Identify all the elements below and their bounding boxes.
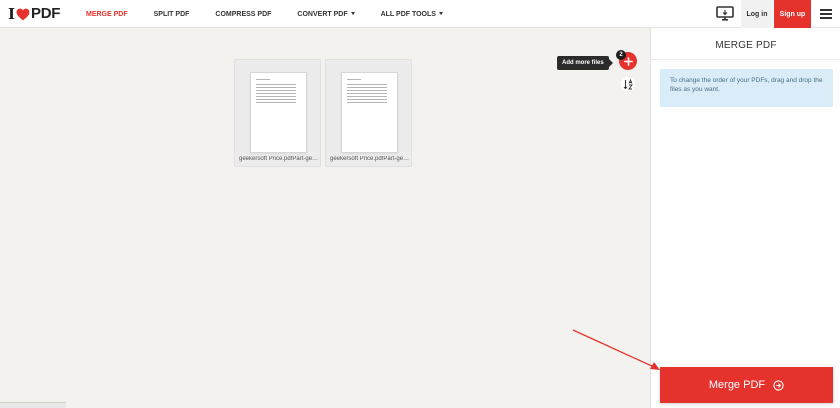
thumb-line [256,102,296,103]
file-name: geekersoft Price.pdfPart-gee... [330,156,410,162]
signup-button[interactable]: Sign up [774,0,811,28]
nav-merge-pdf[interactable]: MERGE PDF [86,11,128,18]
merge-pdf-button[interactable]: Merge PDF [660,367,833,403]
add-more-files-tooltip: Add more files [557,56,613,70]
sidebar-divider [651,59,840,60]
merge-pdf-label: Merge PDF [708,379,766,391]
menu-bar [820,13,832,15]
nav-compress-pdf[interactable]: COMPRESS PDF [215,11,271,18]
logo-letter-i: I [8,5,16,23]
thumb-line [347,102,387,103]
pdf-thumbnail [250,72,307,153]
heart-icon [16,8,30,20]
thumb-line [347,96,387,97]
chevron-down-icon [438,12,443,16]
thumb-line [347,93,387,94]
sort-az-icon [623,78,633,89]
thumb-line [347,99,387,100]
thumb-line [347,79,361,80]
thumb-line [256,99,296,100]
hamburger-menu-icon[interactable] [820,9,832,19]
file-count-badge: 2 [616,50,626,60]
reorder-info-box: To change the order of your PDFs, drag a… [660,69,833,107]
chevron-down-icon [350,12,355,16]
menu-bar [820,17,832,19]
thumb-line [256,93,296,94]
pdf-thumbnail [341,72,398,153]
top-navbar: I PDF MERGE PDF SPLIT PDF COMPRESS PDF C… [0,0,840,28]
thumb-line [347,84,387,85]
nav-all-pdf-tools[interactable]: ALL PDF TOOLS [381,11,443,18]
thumb-line [256,90,296,91]
thumb-line [256,96,296,97]
sort-button[interactable] [621,77,635,91]
file-card[interactable]: geekersoft Price.pdfPart-gee... [234,59,321,167]
status-bar [0,402,66,408]
nav-convert-pdf-label: CONVERT PDF [297,10,348,18]
thumb-line [256,84,296,85]
menu-bar [820,9,832,11]
thumb-line [256,79,270,80]
file-name: geekersoft Price.pdfPart-gee... [239,156,319,162]
thumb-line [347,87,387,88]
sidebar-title: MERGE PDF [715,40,777,51]
nav-all-pdf-tools-label: ALL PDF TOOLS [380,10,436,18]
desktop-icon[interactable] [716,6,734,22]
arrow-right-circle-icon [773,379,784,391]
thumb-line [347,90,387,91]
merge-sidebar: MERGE PDF To change the order of your PD… [650,28,840,408]
thumb-line [256,87,296,88]
ilovepdf-logo[interactable]: I PDF [8,5,60,23]
logo-text-pdf: PDF [31,5,61,22]
main-nav: MERGE PDF SPLIT PDF COMPRESS PDF CONVERT… [86,0,469,28]
file-card[interactable]: geekersoft Price.pdfPart-gee... [325,59,412,167]
nav-split-pdf[interactable]: SPLIT PDF [154,11,190,18]
nav-convert-pdf[interactable]: CONVERT PDF [297,10,355,18]
login-button[interactable]: Log in [741,0,773,28]
